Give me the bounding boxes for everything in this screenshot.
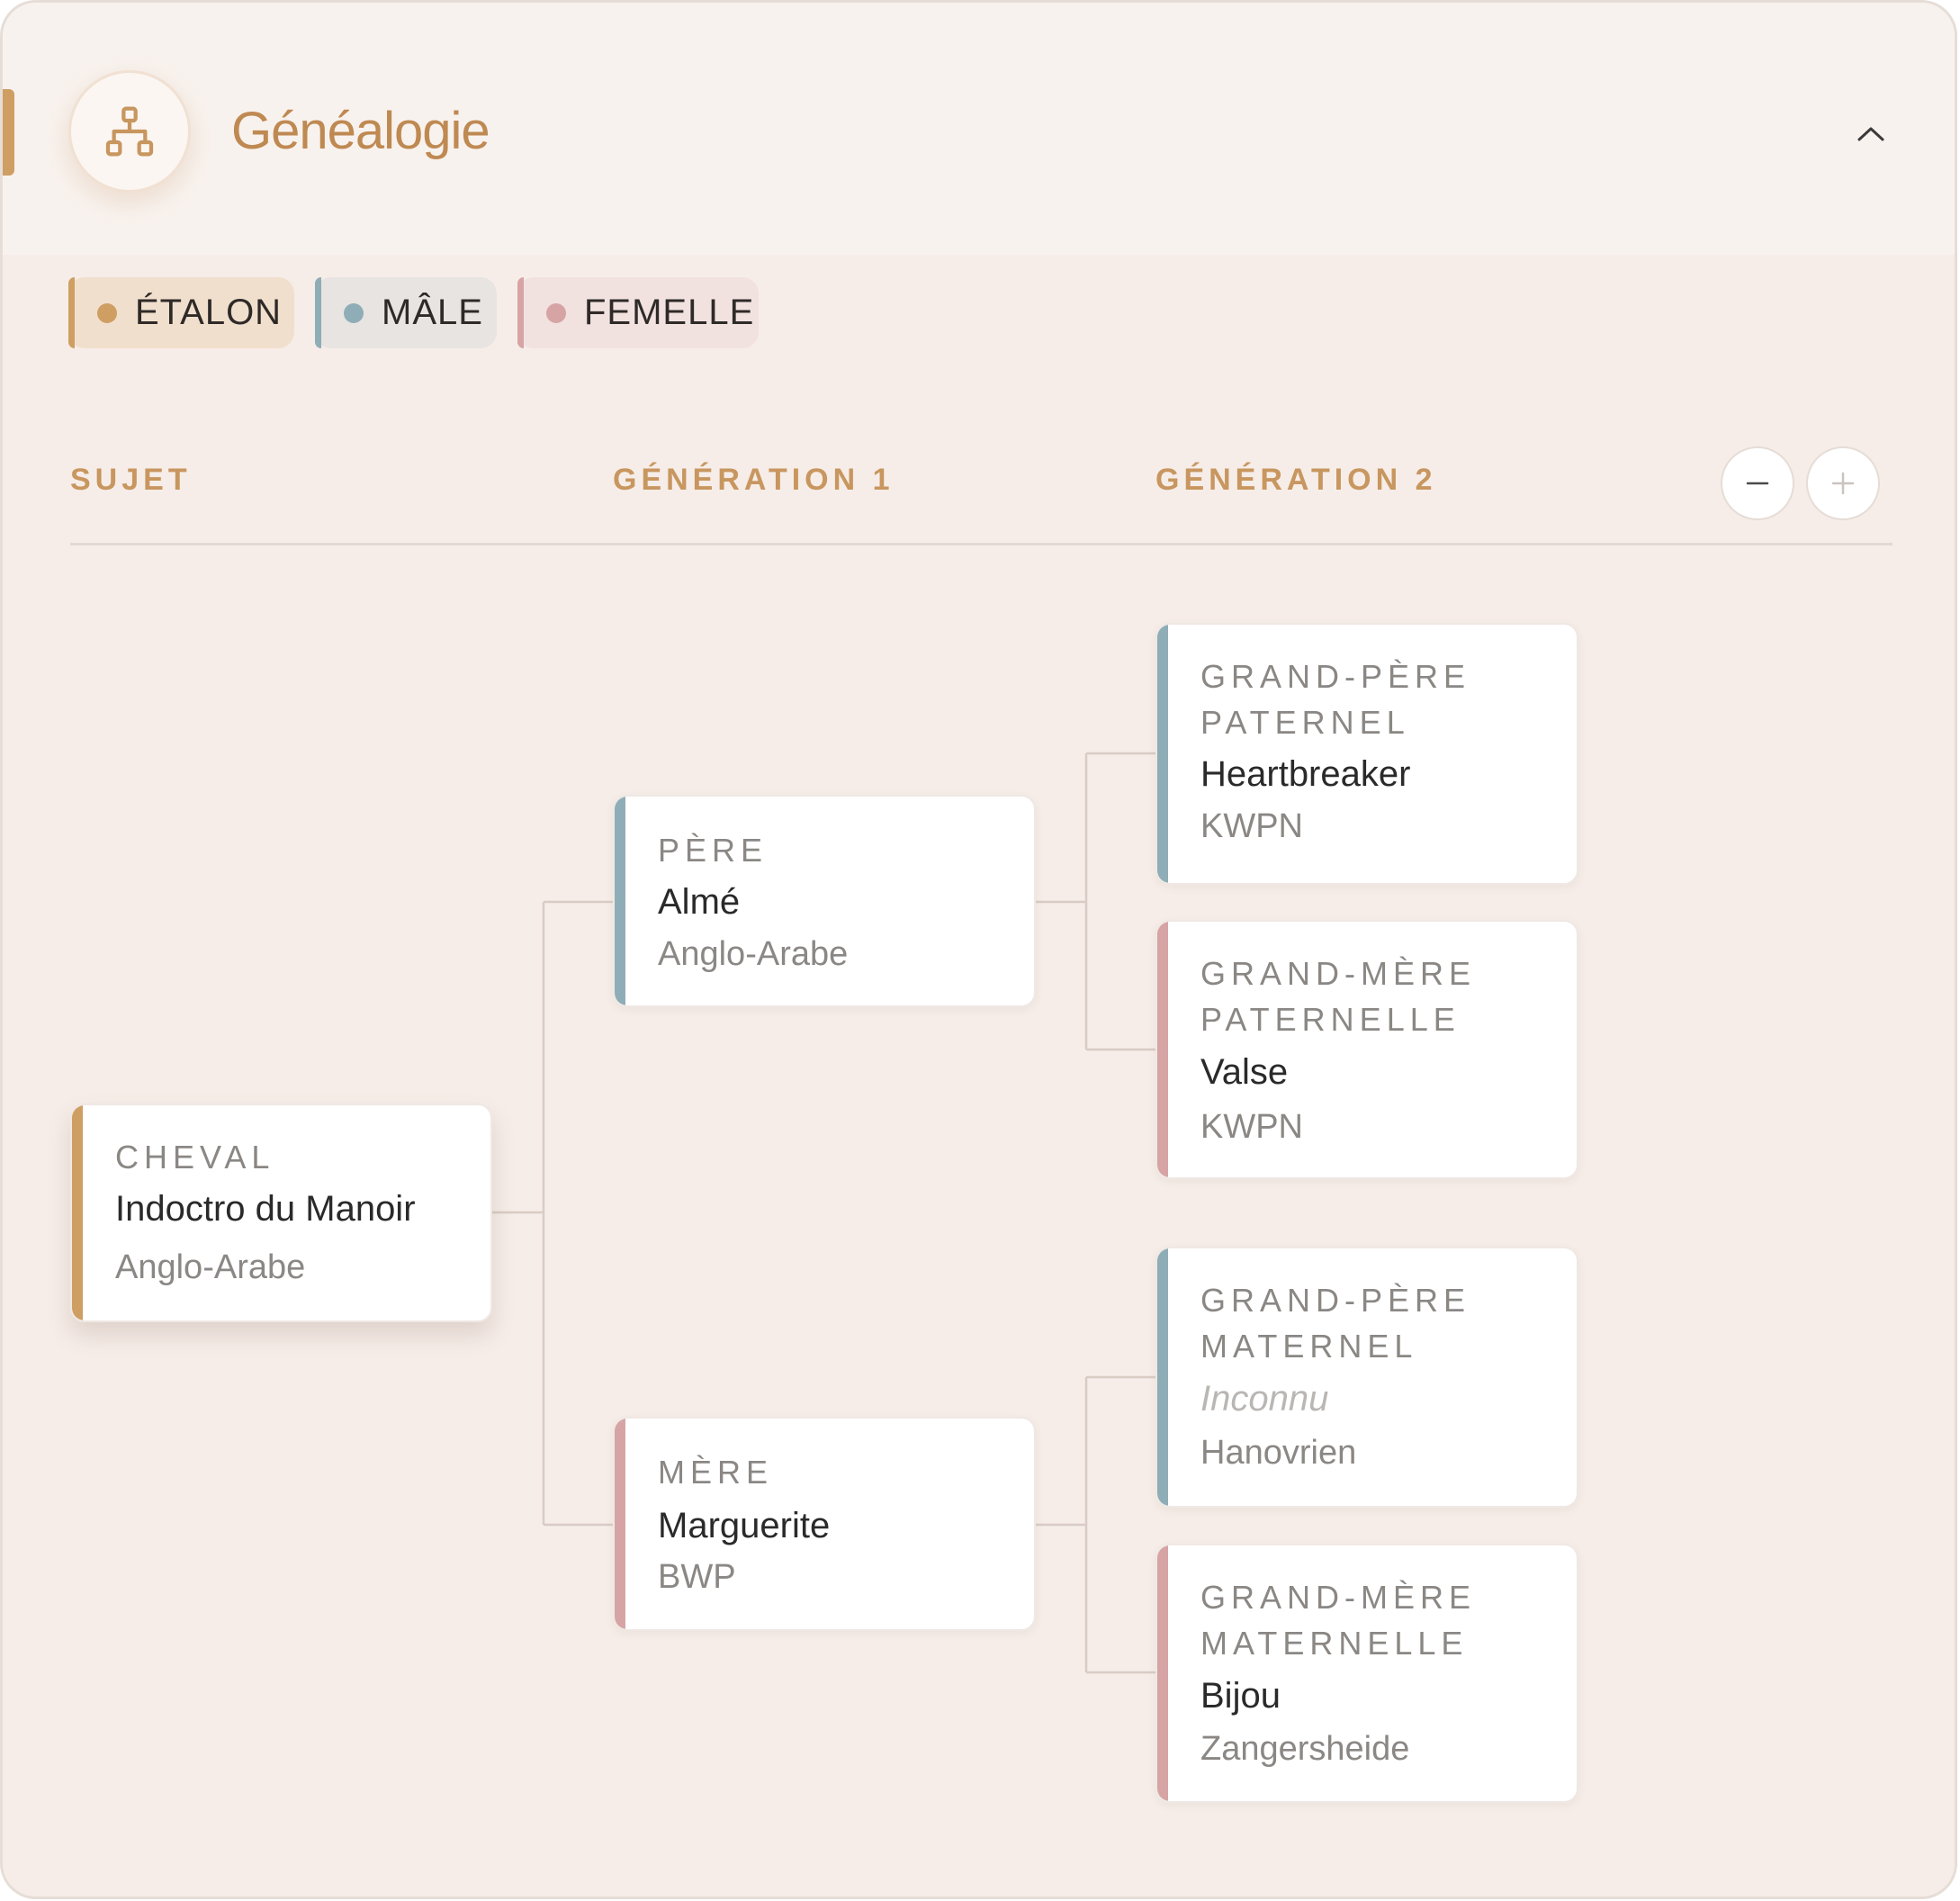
card-breed: Zangersheide xyxy=(1200,1730,1410,1768)
card-color-bar xyxy=(1157,625,1168,883)
card-horse-name: Bijou xyxy=(1200,1676,1281,1716)
subject-card[interactable]: CHEVAL Indoctro du Manoir Anglo-Arabe xyxy=(70,1104,492,1322)
genealogy-panel: Généalogie ÉTALON MÂLE FEMELLE SUJET GÉN… xyxy=(0,0,1957,1899)
card-role-line-1: GRAND-MÈRE xyxy=(1200,1579,1477,1616)
card-role-line-2: PATERNELLE xyxy=(1200,1001,1461,1038)
mother-card[interactable]: MÈRE Marguerite BWP xyxy=(613,1417,1036,1631)
card-role-line-1: GRAND-MÈRE xyxy=(1200,955,1477,992)
father-card[interactable]: PÈRE Almé Anglo-Arabe xyxy=(613,795,1036,1007)
maternal-grandfather-card[interactable]: GRAND-PÈRE MATERNEL Inconnu Hanovrien xyxy=(1155,1247,1578,1508)
card-horse-name: Almé xyxy=(658,882,741,922)
card-role-line-2: MATERNELLE xyxy=(1200,1625,1469,1662)
card-role: PÈRE xyxy=(658,832,769,869)
card-breed: BWP xyxy=(658,1558,736,1596)
card-horse-name: Heartbreaker xyxy=(1200,754,1411,794)
card-role-line-2: PATERNEL xyxy=(1200,704,1410,741)
card-horse-name: Valse xyxy=(1200,1052,1289,1092)
card-horse-name: Marguerite xyxy=(658,1506,831,1545)
card-breed: Anglo-Arabe xyxy=(115,1248,306,1286)
card-role-line-1: GRAND-PÈRE xyxy=(1200,658,1471,695)
card-breed: Anglo-Arabe xyxy=(658,935,849,973)
card-color-bar xyxy=(1157,1545,1168,1801)
card-color-bar xyxy=(615,1419,625,1629)
card-breed: KWPN xyxy=(1200,807,1303,845)
card-breed: KWPN xyxy=(1200,1108,1303,1146)
card-role-line-1: GRAND-PÈRE xyxy=(1200,1282,1471,1319)
card-role-line-2: MATERNEL xyxy=(1200,1328,1418,1365)
paternal-grandfather-card[interactable]: GRAND-PÈRE PATERNEL Heartbreaker KWPN xyxy=(1155,623,1578,885)
card-breed: Hanovrien xyxy=(1200,1434,1357,1472)
card-horse-name-unknown: Inconnu xyxy=(1200,1379,1329,1419)
card-color-bar xyxy=(615,797,625,1005)
card-role: MÈRE xyxy=(658,1454,774,1491)
maternal-grandmother-card[interactable]: GRAND-MÈRE MATERNELLE Bijou Zangersheide xyxy=(1155,1544,1578,1803)
card-color-bar xyxy=(1157,1248,1168,1506)
card-horse-name: Indoctro du Manoir xyxy=(115,1189,416,1229)
paternal-grandmother-card[interactable]: GRAND-MÈRE PATERNELLE Valse KWPN xyxy=(1155,920,1578,1179)
card-role: CHEVAL xyxy=(115,1139,275,1176)
card-color-bar xyxy=(72,1105,83,1320)
card-color-bar xyxy=(1157,922,1168,1177)
